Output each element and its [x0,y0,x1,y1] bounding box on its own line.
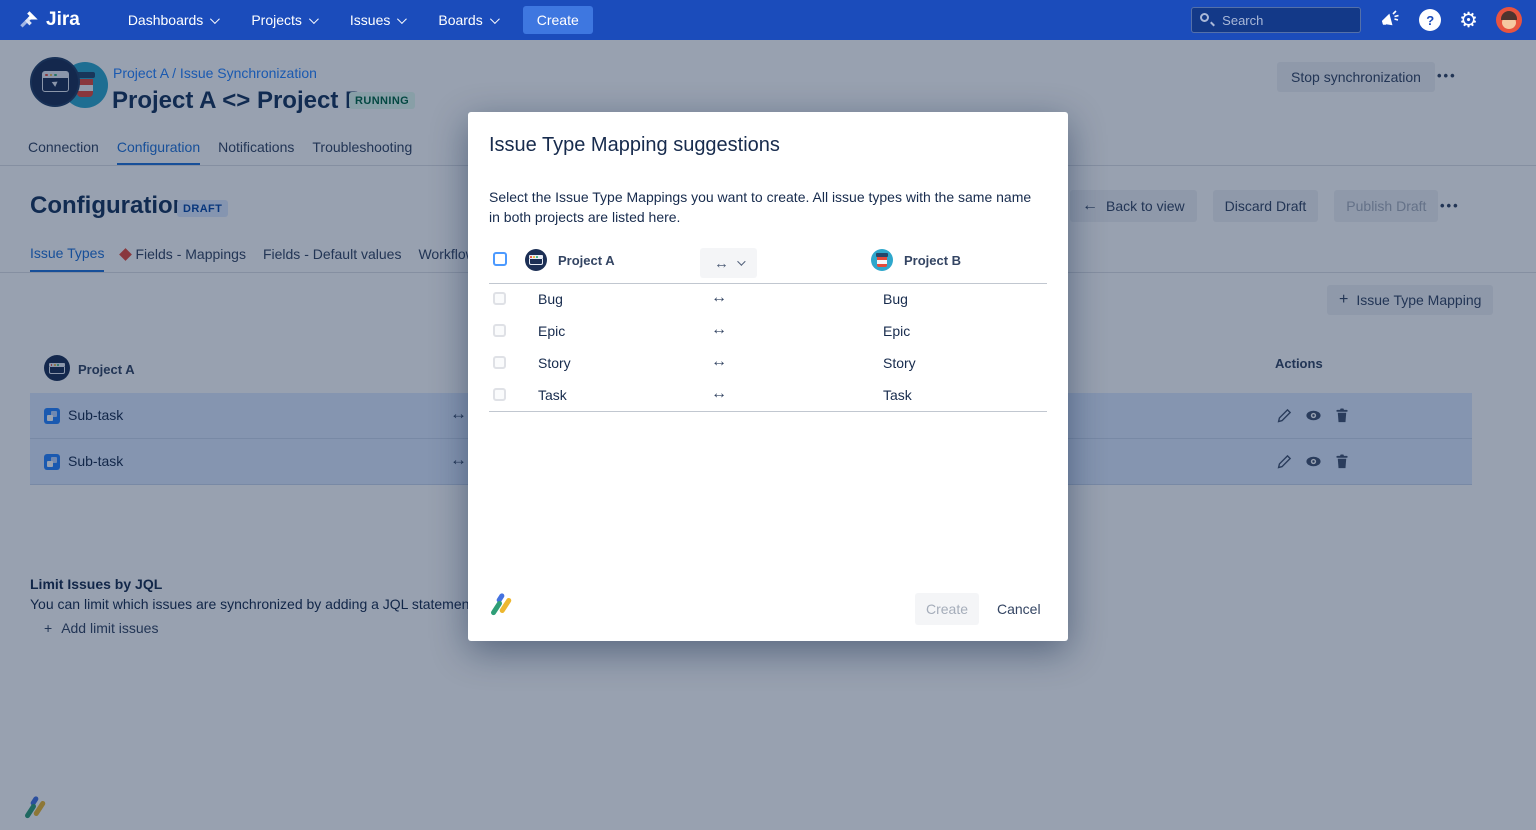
mapping-direction-dropdown[interactable]: ↔ [700,248,757,278]
row-checkbox[interactable] [493,388,506,401]
top-navbar: Jira Dashboards Projects Issues Boards C… [0,0,1536,40]
brand-label: Jira [46,9,80,31]
dialog-footer: Create Cancel [468,577,1068,641]
bidirectional-arrow-icon: ↔ [711,289,727,307]
row-checkbox[interactable] [493,324,506,337]
project-a-label: Project A [558,253,615,268]
dialog-title: Issue Type Mapping suggestions [489,134,780,157]
exalate-logo [490,593,516,619]
row-checkbox[interactable] [493,356,506,369]
create-button[interactable]: Create [523,6,593,34]
left-issue-type: Epic [538,323,565,339]
chevron-down-icon [210,14,220,24]
bidirectional-arrow-icon: ↔ [714,255,729,272]
nav-boards[interactable]: Boards [438,12,496,28]
bidirectional-arrow-icon: ↔ [711,385,727,403]
mapping-row: Epic ↔ Epic [489,316,1047,348]
right-issue-type: Story [883,355,916,371]
chevron-down-icon [490,14,500,24]
mapping-table-header: Project A ↔ Project B [489,248,1047,284]
settings-button[interactable]: ⚙ [1459,10,1478,31]
jira-mark-icon [18,9,40,31]
left-issue-type: Bug [538,291,563,307]
search-box [1191,7,1361,33]
chevron-down-icon [397,14,407,24]
nav-projects[interactable]: Projects [251,12,316,28]
dialog-description: Select the Issue Type Mappings you want … [489,187,1034,227]
project-a-avatar [525,249,547,271]
right-issue-type: Epic [883,323,910,339]
user-avatar [1496,7,1522,33]
row-checkbox[interactable] [493,292,506,305]
announcements-button[interactable] [1379,10,1401,30]
project-b-label: Project B [904,253,961,268]
help-icon: ? [1419,9,1441,31]
nav-dashboards[interactable]: Dashboards [128,12,218,28]
mapping-row: Story ↔ Story [489,348,1047,380]
navbar-right: ? ⚙ [1191,0,1522,40]
right-issue-type: Task [883,387,912,403]
bidirectional-arrow-icon: ↔ [711,353,727,371]
jira-logo[interactable]: Jira [18,9,80,31]
chevron-down-icon [737,257,745,265]
create-button[interactable]: Create [915,593,979,625]
left-issue-type: Task [538,387,567,403]
right-issue-type: Bug [883,291,908,307]
help-button[interactable]: ? [1419,9,1441,31]
search-input[interactable] [1191,7,1361,33]
mapping-rows: Bug ↔ Bug Epic ↔ Epic Story ↔ Story Task… [489,284,1047,412]
nav-menu: Dashboards Projects Issues Boards [128,12,497,28]
gear-icon: ⚙ [1459,10,1478,31]
cancel-button[interactable]: Cancel [989,593,1049,625]
mapping-row: Bug ↔ Bug [489,284,1047,316]
left-issue-type: Story [538,355,571,371]
project-b-avatar [871,249,893,271]
issue-type-mapping-dialog: Issue Type Mapping suggestions Select th… [468,112,1068,641]
megaphone-icon [1379,10,1401,30]
profile-button[interactable] [1496,7,1522,33]
mapping-row: Task ↔ Task [489,380,1047,412]
nav-issues[interactable]: Issues [350,12,404,28]
chevron-down-icon [309,14,319,24]
select-all-checkbox[interactable] [493,252,507,266]
bidirectional-arrow-icon: ↔ [711,321,727,339]
